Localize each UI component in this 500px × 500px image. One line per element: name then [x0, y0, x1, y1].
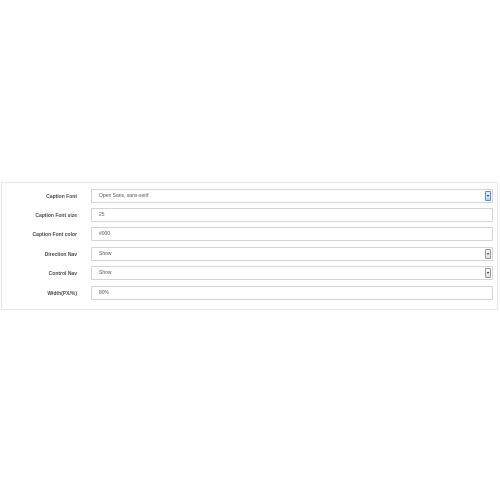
- control-nav-row: Control Nav Show: [2, 266, 497, 282]
- direction-nav-row: Direction Nav Show: [2, 247, 497, 263]
- slider-settings-form: Caption Font Open Sans, sans-serif Capti…: [1, 182, 498, 310]
- caption-font-select[interactable]: Open Sans, sans-serif: [91, 189, 493, 203]
- caption-font-label: Caption Font: [46, 194, 77, 200]
- caption-font-color-row: Caption Font color #000: [2, 227, 497, 243]
- direction-nav-value: Show: [99, 251, 112, 257]
- caption-font-row: Caption Font Open Sans, sans-serif: [2, 189, 497, 205]
- chevron-down-icon[interactable]: [485, 249, 491, 259]
- width-label: Width(PX/%): [47, 291, 77, 297]
- direction-nav-select[interactable]: Show: [91, 247, 493, 261]
- control-nav-select[interactable]: Show: [91, 266, 493, 280]
- width-row: Width(PX/%) 80%: [2, 286, 497, 302]
- chevron-down-icon[interactable]: [485, 191, 491, 201]
- caption-font-color-label: Caption Font color: [32, 232, 77, 238]
- caption-font-size-label: Caption Font size: [35, 213, 77, 219]
- chevron-down-icon[interactable]: [485, 268, 491, 278]
- caption-font-color-input[interactable]: #000: [91, 227, 493, 241]
- direction-nav-label: Direction Nav: [44, 252, 77, 258]
- width-value: 80%: [99, 290, 110, 296]
- caption-font-size-value: 25: [99, 212, 105, 218]
- control-nav-value: Show: [99, 270, 112, 276]
- width-input[interactable]: 80%: [91, 286, 493, 300]
- caption-font-size-row: Caption Font size 25: [2, 208, 497, 224]
- control-nav-label: Control Nav: [48, 271, 77, 277]
- caption-font-color-value: #000: [99, 231, 111, 237]
- caption-font-size-input[interactable]: 25: [91, 208, 493, 222]
- caption-font-value: Open Sans, sans-serif: [99, 193, 149, 199]
